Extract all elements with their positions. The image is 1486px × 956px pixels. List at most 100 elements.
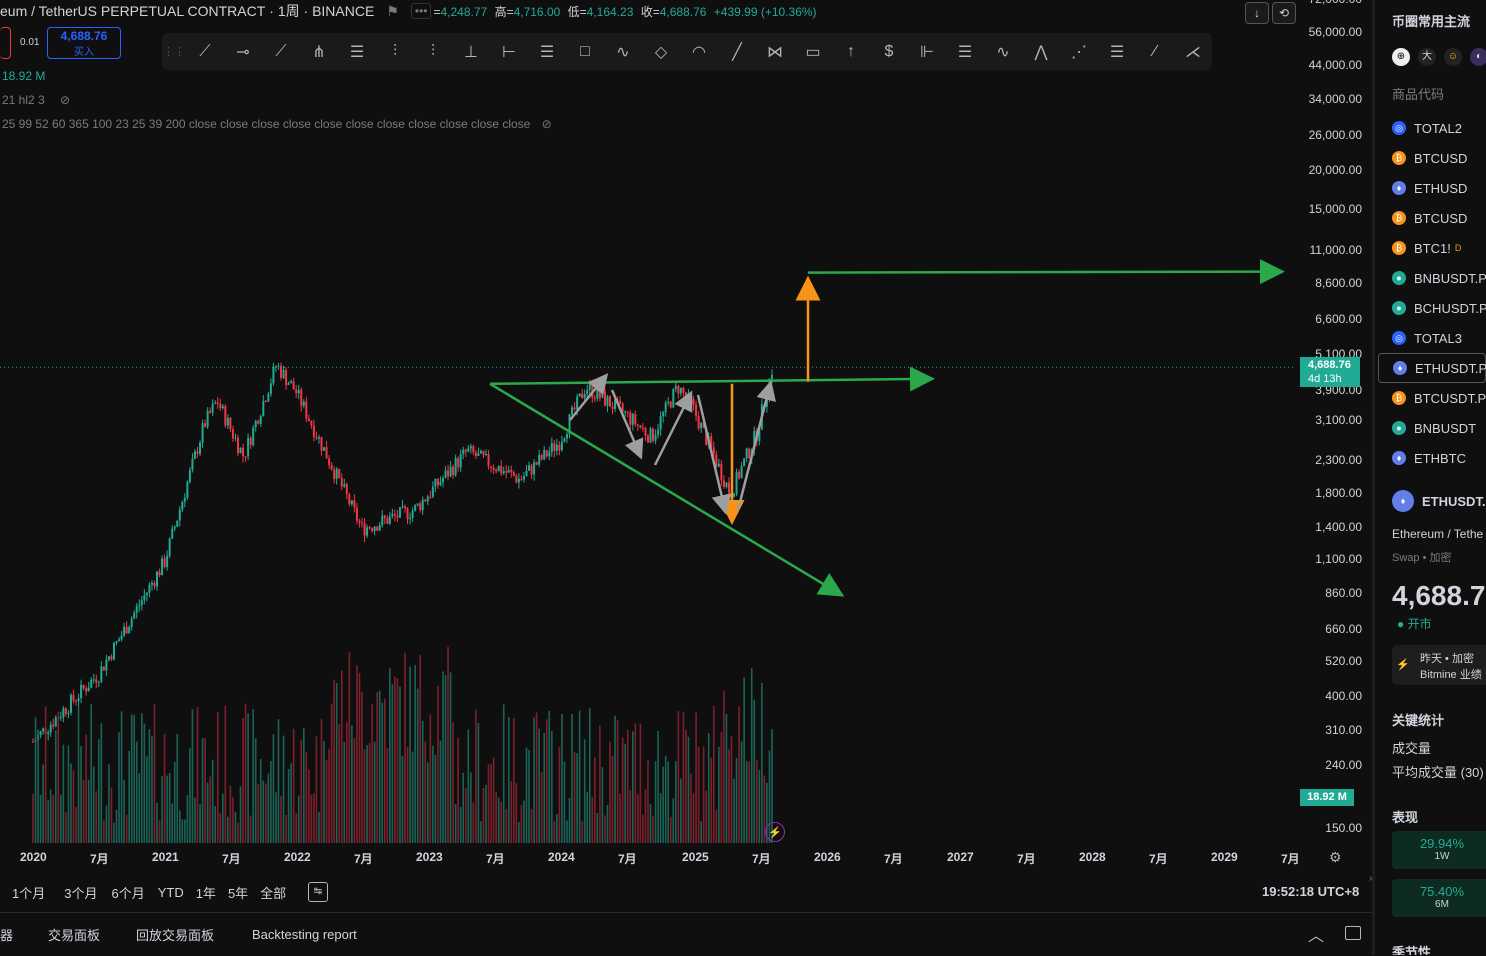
candle-body [482,450,485,456]
price-axis-label: 660.00 [1325,622,1362,636]
volume-bar [664,755,667,843]
spread-value: 0.01 [20,37,40,48]
curve-icon[interactable]: ∕ [1136,33,1174,70]
collapse-panel-icon[interactable]: ︿ [1308,922,1324,946]
settings-gear-icon[interactable]: ⚙ [1329,849,1342,866]
news-card[interactable]: ⚡ 昨天 • 加密 Bitmine 业绩 [1392,645,1486,685]
ray-icon[interactable]: ⟋ [262,33,300,70]
volume-tag: 18.92 M [1300,789,1354,806]
indicator-legend-1[interactable]: 21 hl2 3 ⊘ [2,93,70,107]
symbol-name[interactable]: eum / TetherUS PERPETUAL CONTRACT [0,3,265,19]
watchlist-item[interactable]: ♦ ETHBTC [1378,443,1486,473]
callout-icon[interactable]: ▭ [794,33,832,70]
candle-body [743,458,746,467]
grip-icon[interactable]: ⋮⋮ [162,33,186,70]
chart-area[interactable]: eum / TetherUS PERPETUAL CONTRACT · 1周 ·… [0,0,1372,910]
head-shoulders-icon[interactable]: ⋀ [1022,33,1060,70]
panel-divider[interactable]: › [1369,0,1375,955]
column-header[interactable]: 商品代码 [1392,84,1444,103]
rotated-rectangle-icon[interactable]: ◇ [642,33,680,70]
download-icon[interactable]: ↓ [1245,2,1269,24]
abcd-pattern-icon[interactable]: ⋰ [1060,33,1098,70]
watchlist-item[interactable]: ◎ TOTAL2 [1378,113,1486,143]
bottom-tab[interactable]: 交易面板 [48,925,100,944]
pitchfork-icon[interactable]: ⋔ [300,33,338,70]
compare-icon[interactable]: ↹ [308,882,328,902]
candle-body [282,369,285,378]
gann-box-icon[interactable]: ☰ [1098,33,1136,70]
eye-off-icon[interactable]: ⊘ [60,93,70,107]
clock-readout[interactable]: 19:52:18 UTC+8 [1262,884,1359,899]
candle-body [669,401,672,408]
candle-body [558,444,561,451]
volume-bar [305,752,308,843]
vertical-line-icon[interactable]: ⊥ [452,33,490,70]
add-symbol-icon[interactable]: ⊕ [1392,48,1410,66]
text-size-icon[interactable]: 大 [1418,48,1436,66]
volume-bar [72,770,75,843]
volume-bar [138,773,141,843]
flash-icon[interactable]: ⚡ [765,822,785,842]
fullscreen-icon[interactable]: ⟲ [1272,2,1296,24]
watchlist-item[interactable]: ◎ TOTAL3 [1378,323,1486,353]
range-button[interactable]: 1年 [196,883,216,902]
volume-bar [194,797,196,843]
indicator-legend-2[interactable]: 25 99 52 60 365 100 23 25 39 200 close c… [2,117,552,131]
range-button[interactable]: 5年 [228,883,248,902]
maximize-panel-icon[interactable] [1345,926,1361,940]
flag-icon[interactable]: ⚑ [386,3,399,20]
rectangle-icon[interactable]: □ [566,33,604,70]
range-button[interactable]: YTD [158,885,184,900]
path-icon[interactable]: ∿ [604,33,642,70]
price-chart[interactable] [0,0,1372,910]
buy-button[interactable]: 4,688.76 买入 [47,27,121,59]
horizontal-line-icon[interactable]: ⊸ [224,33,262,70]
watchlist-item[interactable]: ● BNBUSDT [1378,413,1486,443]
perf-6m-box[interactable]: 75.40% 6M [1392,879,1486,917]
trend-line-icon[interactable]: ⟋ [186,33,224,70]
interval-label[interactable]: · 1周 · BINANCE [269,1,374,21]
bottom-tab[interactable]: 回放交易面板 [136,925,214,944]
volume-bar [725,713,728,843]
more-icon[interactable]: ••• [410,3,432,19]
watchlist-item[interactable]: ₿ BTCUSDT.P [1378,383,1486,413]
bottom-tab[interactable]: 器 [0,925,13,944]
watchlist-item[interactable]: ₿ BTC1! D [1378,233,1486,263]
detail-symbol[interactable]: ♦ ETHUSDT. [1392,490,1486,512]
emoji-icon[interactable]: ☺ [1444,48,1462,66]
range-button[interactable]: 3个月 [64,883,97,902]
long-position-icon[interactable]: ⫶ [376,33,414,70]
bottom-tab[interactable]: Backtesting report [252,927,357,942]
watchlist-item[interactable]: ♦ ETHUSDT.P [1378,353,1486,383]
range-button[interactable]: 全部 [260,883,286,902]
fan-icon[interactable]: ⋌ [1174,33,1212,70]
watchlist-item[interactable]: ♦ ETHUSD [1378,173,1486,203]
watchlist-item[interactable]: ● BNBUSDT.P [1378,263,1486,293]
perf-1w-box[interactable]: 29.94% 1W [1392,831,1486,869]
fib-channel-icon[interactable]: ☰ [946,33,984,70]
arrow-marker-icon[interactable]: ↑ [832,33,870,70]
candle-body [555,444,558,452]
volume-bar [209,776,211,843]
bars-pattern-icon[interactable]: ⊩ [908,33,946,70]
arc-icon[interactable]: ◠ [680,33,718,70]
parallel-channel-icon[interactable]: ☰ [338,33,376,70]
sell-box[interactable] [0,27,11,59]
date-range-icon[interactable]: ⊢ [490,33,528,70]
range-button[interactable]: 6个月 [111,883,144,902]
price-axis-label: 56,000.00 [1308,25,1362,39]
more-options-icon[interactable]: ◐ [1470,48,1486,66]
watchlist-item[interactable]: ● BCHUSDT.P [1378,293,1486,323]
fib-retracement-icon[interactable]: ☰ [528,33,566,70]
range-button[interactable]: 1个月 [12,883,45,902]
watchlist-item[interactable]: ₿ BTCUSD [1378,143,1486,173]
price-note-icon[interactable]: $ [870,33,908,70]
collapse-sidebar-icon[interactable]: › [1369,873,1372,884]
xabcd-pattern-icon[interactable]: ⋈ [756,33,794,70]
watchlist-item[interactable]: ₿ BTCUSD [1378,203,1486,233]
watchlist-title[interactable]: 币圈常用主流 [1392,11,1470,30]
elliott-wave-icon[interactable]: ∿ [984,33,1022,70]
line-icon[interactable]: ╱ [718,33,756,70]
eye-off-icon[interactable]: ⊘ [542,117,552,131]
short-position-icon[interactable]: ⫶ [414,33,452,70]
